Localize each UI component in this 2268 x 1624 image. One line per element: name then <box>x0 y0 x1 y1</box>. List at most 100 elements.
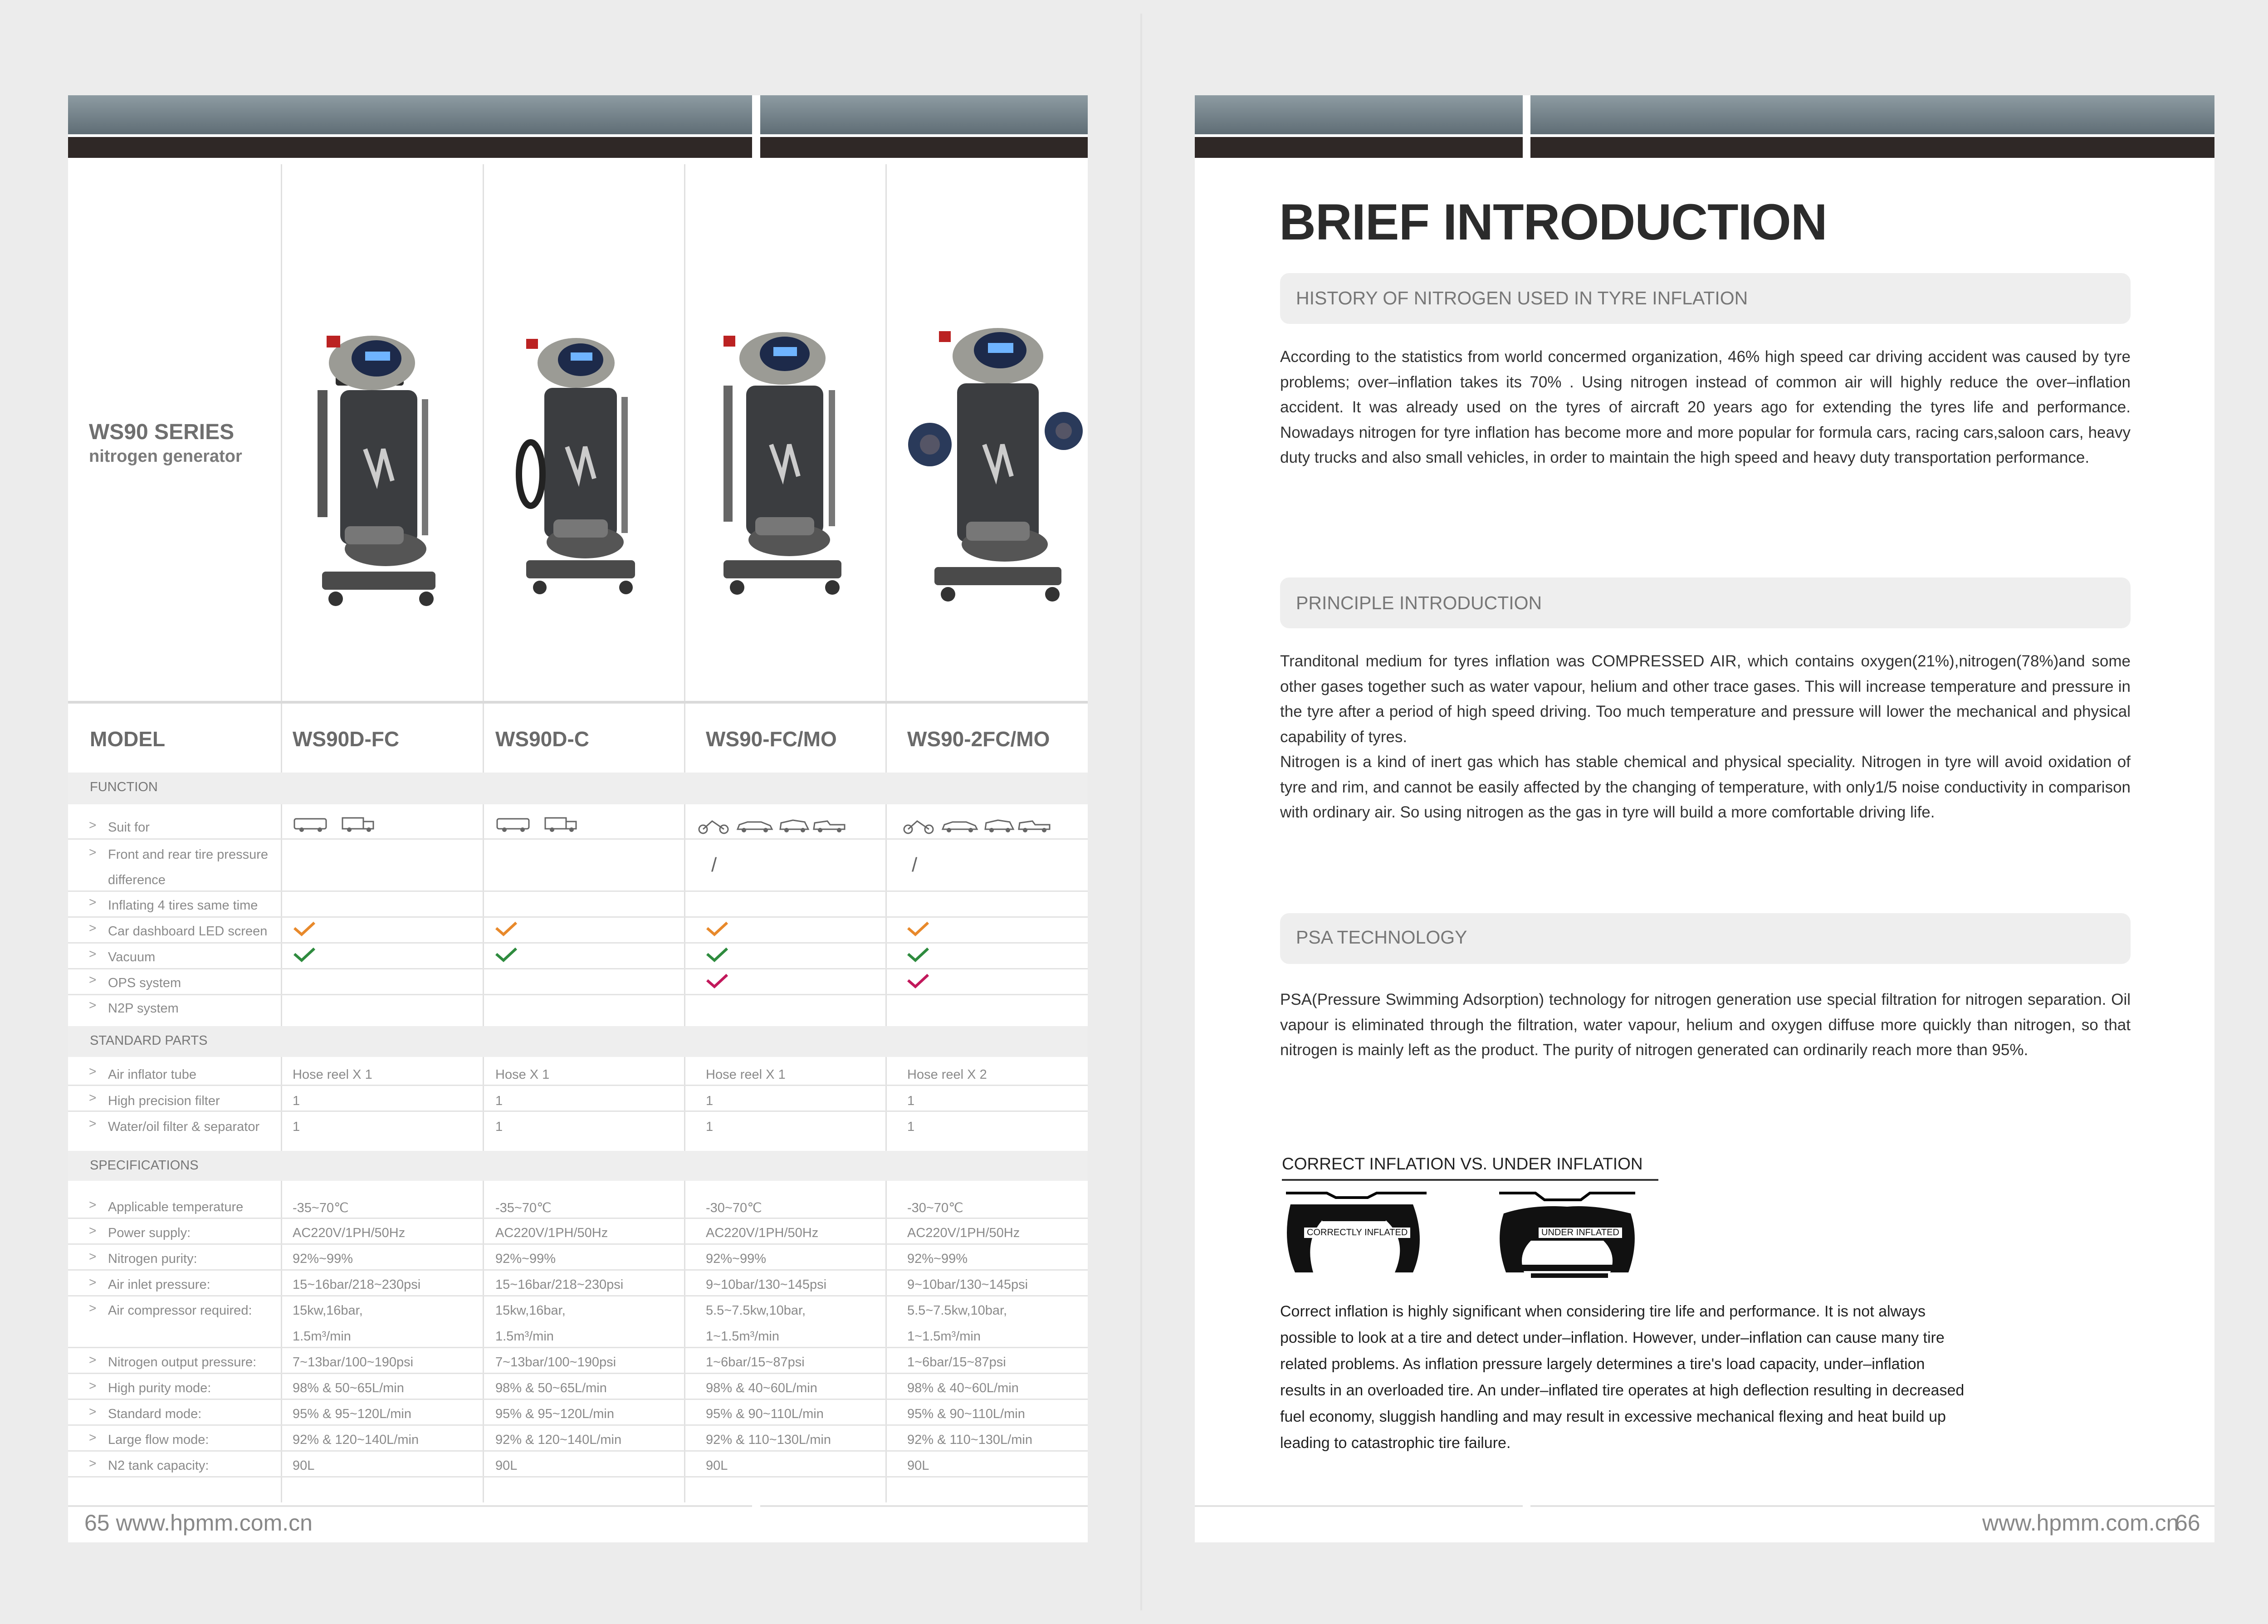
row-label: High precision filter <box>108 1094 220 1108</box>
right-header-dark-a <box>1195 137 1523 158</box>
right-footer-page: 66 <box>2175 1510 2200 1536</box>
magenta-check-icon <box>706 973 728 989</box>
row-bullet-icon: > <box>89 1430 97 1444</box>
row-label: Air inflator tube <box>108 1067 197 1082</box>
row-label: Water/oil filter & separator <box>108 1120 260 1134</box>
row-label: Car dashboard LED screen <box>108 924 268 939</box>
cell-value: 98% & 40~60L/min <box>907 1381 1019 1395</box>
row-bullet-icon: > <box>89 1064 97 1078</box>
section-heading: HISTORY OF NITROGEN USED IN TYRE INFLATI… <box>1296 288 1748 308</box>
diagram-label-correct: CORRECTLY INFLATED <box>1304 1228 1411 1238</box>
value-slash: / <box>711 854 717 876</box>
cell-value: 1~1.5m³/min <box>907 1329 981 1344</box>
cell-value: 95% & 95~120L/min <box>495 1407 614 1421</box>
row-label: Applicable temperature <box>108 1200 244 1214</box>
row-label: Nitrogen output pressure: <box>108 1355 257 1370</box>
cell-value: -30~70℃ <box>907 1201 963 1215</box>
row-divider <box>68 994 1088 995</box>
row-divider <box>68 968 1088 969</box>
green-check-icon <box>706 947 728 963</box>
row-label: Air inlet pressure: <box>108 1277 210 1292</box>
row-label: N2P system <box>108 1001 179 1016</box>
machine-image-ws90d-c <box>516 338 635 594</box>
page-title: BRIEF INTRODUCTION <box>1279 194 1828 250</box>
green-check-icon <box>293 947 316 963</box>
row-label: Front and rear tire pressure <box>108 847 268 862</box>
cell-value: 92% & 120~140L/min <box>293 1433 419 1447</box>
cell-value: 92% & 120~140L/min <box>495 1433 622 1447</box>
cell-value: 7~13bar/100~190psi <box>293 1355 414 1370</box>
cell-value: Hose X 1 <box>495 1067 550 1082</box>
cell-value: 95% & 90~110L/min <box>706 1407 824 1421</box>
row-label: OPS system <box>108 976 181 990</box>
cell-value: 90L <box>293 1458 315 1473</box>
cell-value: 92%~99% <box>495 1252 556 1266</box>
right-footer-box-a <box>1195 1505 1523 1541</box>
green-check-icon <box>495 947 518 963</box>
orange-check-icon <box>706 921 728 937</box>
row-divider <box>68 1295 1088 1296</box>
row-bullet-icon: > <box>89 1353 97 1367</box>
model-label: MODEL <box>90 727 166 751</box>
left-header-bar-b <box>760 95 1088 134</box>
row-divider <box>68 916 1088 918</box>
row-bullet-icon: > <box>89 895 97 909</box>
moto-car-suv-pickup-icon <box>698 819 846 834</box>
row-bullet-icon: > <box>89 1249 97 1263</box>
row-label: Nitrogen purity: <box>108 1252 197 1266</box>
magenta-check-icon <box>907 973 929 989</box>
cell-value: 1.5m³/min <box>495 1329 554 1344</box>
machine-image-ws90-fc-mo <box>723 332 841 595</box>
cell-value: 5.5~7.5kw,10bar, <box>907 1303 1007 1318</box>
row-divider <box>68 838 1088 840</box>
cell-value: 98% & 50~65L/min <box>495 1381 607 1395</box>
row-bullet-icon: > <box>89 973 97 987</box>
machine-image-ws90d-fc <box>318 336 435 606</box>
row-divider <box>68 942 1088 944</box>
cell-value: 90L <box>907 1458 929 1473</box>
row-divider <box>68 1269 1088 1271</box>
left-header-dark-a <box>68 137 752 158</box>
orange-check-icon <box>293 921 316 937</box>
row-bullet-icon: > <box>89 1198 97 1212</box>
diagram-label-under: UNDER INFLATED <box>1539 1228 1622 1238</box>
row-bullet-icon: > <box>89 1404 97 1419</box>
cell-value: Hose reel X 1 <box>706 1067 786 1082</box>
column-divider <box>684 164 685 1502</box>
section-title-specifications: SPECIFICATIONS <box>90 1158 199 1173</box>
row-label: Suit for <box>108 820 150 835</box>
column-divider <box>483 164 484 1502</box>
cell-value: 90L <box>495 1458 518 1473</box>
cell-value: 92%~99% <box>706 1252 767 1266</box>
section-title-standard-parts: STANDARD PARTS <box>90 1033 208 1048</box>
row-bullet-icon: > <box>89 818 97 832</box>
cell-value: 1 <box>907 1120 915 1134</box>
row-divider <box>68 890 1088 892</box>
truck-bus-icon <box>496 817 577 832</box>
row-divider <box>68 1424 1088 1426</box>
section-title-function: FUNCTION <box>90 780 158 794</box>
section-band <box>68 1026 1088 1057</box>
cell-value: 1.5m³/min <box>293 1329 351 1344</box>
cell-value: 1~6bar/15~87psi <box>706 1355 805 1370</box>
row-label: High purity mode: <box>108 1381 211 1395</box>
row-divider <box>68 1218 1088 1219</box>
orange-check-icon <box>907 921 929 937</box>
cell-value: -35~70℃ <box>495 1201 552 1215</box>
cell-value: -35~70℃ <box>293 1201 349 1215</box>
row-divider <box>68 1347 1088 1348</box>
row-bullet-icon: > <box>89 1301 97 1315</box>
page-gutter <box>1140 14 1142 1610</box>
section-paragraph: According to the statistics from world c… <box>1280 348 2131 466</box>
row-bullet-icon: > <box>89 1091 97 1105</box>
row-bullet-icon: > <box>89 845 97 859</box>
cell-value: 1 <box>293 1094 300 1108</box>
row-label-continued: difference <box>108 873 166 887</box>
diagram-title: CORRECT INFLATION VS. UNDER INFLATION <box>1282 1154 1643 1173</box>
row-divider <box>68 1085 1088 1086</box>
cell-value: AC220V/1PH/50Hz <box>907 1226 1020 1240</box>
diagram-title-underline <box>1282 1179 1658 1181</box>
row-bullet-icon: > <box>89 1223 97 1238</box>
moto-car-suv-pickup-icon <box>903 819 1051 834</box>
column-divider <box>885 164 887 1502</box>
